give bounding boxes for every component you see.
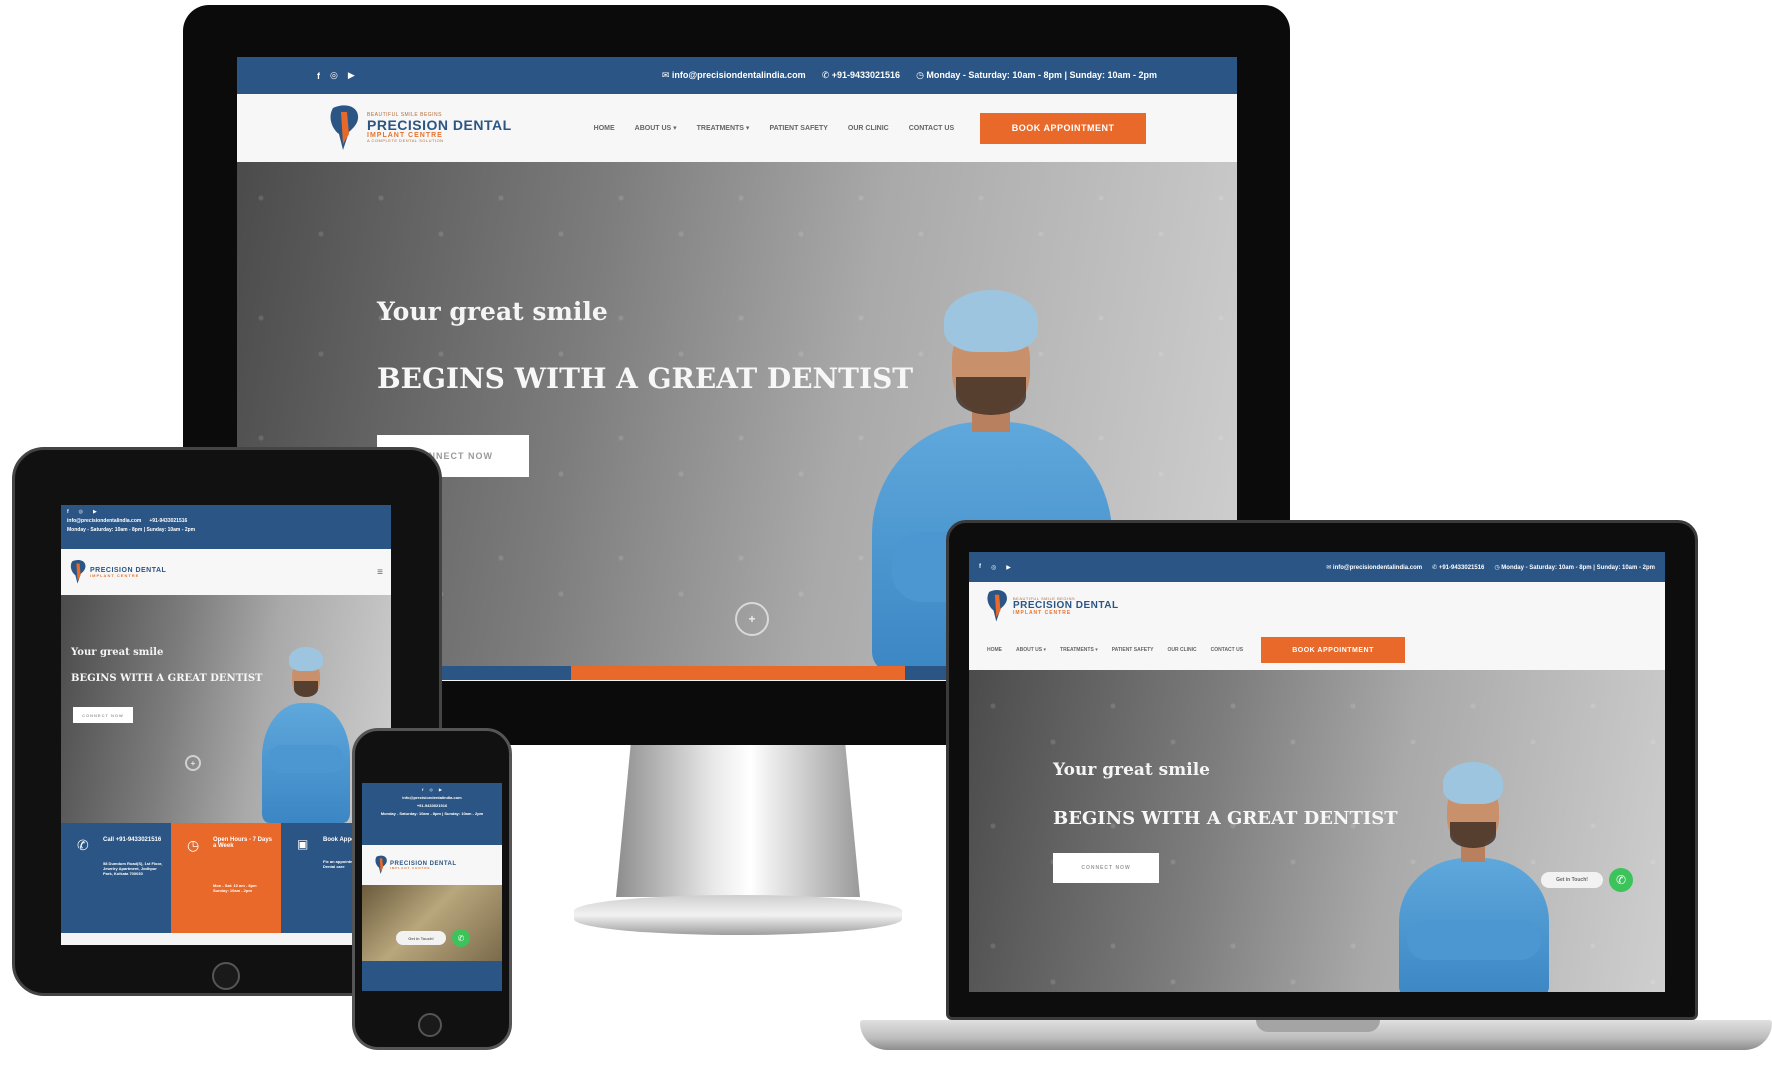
dentist-photo [256, 645, 356, 823]
youtube-icon[interactable]: ▶ [93, 509, 97, 515]
book-appointment-button[interactable]: BOOK APPOINTMENT [1261, 637, 1406, 663]
calendar-icon: ▣ [297, 837, 309, 851]
whatsapp-icon[interactable]: ✆ [1609, 868, 1633, 892]
monitor-stand-base [574, 895, 902, 935]
menu-contact[interactable]: CONTACT US [1211, 647, 1243, 653]
menu-our-clinic[interactable]: OUR CLINIC [1167, 647, 1196, 653]
facebook-icon[interactable]: f [979, 564, 981, 570]
connect-now-button[interactable]: CONNECT NOW [1053, 853, 1159, 883]
laptop-menu-row: HOME ABOUT US ▾ TREATMENTS ▾ PATIENT SAF… [969, 630, 1665, 670]
logo-text: BEAUTIFUL SMILE BEGINS PRECISION DENTAL … [367, 112, 512, 143]
desktop-topbar: f ◎ ▶ ✉ info@precisiondentalindia.com ✆ … [237, 57, 1237, 94]
desktop-navbar: BEAUTIFUL SMILE BEGINS PRECISION DENTAL … [237, 94, 1237, 162]
hero-banner: Your great smile BEGINS WITH A GREAT DEN… [61, 595, 391, 823]
menu-about[interactable]: ABOUT US ▾ [1016, 647, 1046, 653]
phone-icon: ✆ [821, 70, 832, 80]
email-icon: ✉ [661, 70, 672, 80]
phone-hero-image: Get in Touch! ✆ [362, 885, 502, 961]
youtube-icon[interactable]: ▶ [348, 70, 355, 81]
hero-title: BEGINS WITH A GREAT DENTIST [1053, 808, 1398, 829]
topbar-contacts: ✉ info@precisiondentalindia.com ✆ +91-94… [662, 70, 1157, 81]
menu-contact[interactable]: CONTACT US [909, 125, 954, 132]
menu-patient-safety[interactable]: PATIENT SAFETY [769, 125, 827, 132]
email-link[interactable]: info@precisiondentalindia.com [402, 795, 461, 800]
instagram-icon[interactable]: ◎ [429, 787, 433, 792]
menu-home[interactable]: HOME [594, 125, 615, 132]
instagram-icon[interactable]: ◎ [991, 564, 996, 571]
social-links: f ◎ ▶ [317, 70, 355, 81]
phone-icon: ✆ [77, 837, 89, 853]
laptop-website: f ◎ ▶ ✉ info@precisiondentalindia.com ✆ … [969, 552, 1665, 992]
info-card-hours: ◷ Open Hours - 7 Days a Week Mon - Sat: … [171, 823, 281, 933]
email-link[interactable]: ✉ info@precisiondentalindia.com [1326, 564, 1422, 571]
hero-subtitle: Your great smile [71, 647, 164, 658]
site-logo[interactable]: BEAUTIFUL SMILE BEGINS PRECISION DENTAL … [327, 104, 512, 152]
facebook-icon[interactable]: f [422, 787, 423, 792]
tablet-navbar: PRECISION DENTAL IMPLANT CENTRE ≡ [61, 549, 391, 595]
tablet-topbar: f ◎ ▶ info@precisiondentalindia.com +91-… [61, 505, 391, 549]
clock-icon: ◷ [187, 837, 200, 853]
phone-topbar: f ◎ ▶ info@precisiondentalindia.com +91-… [362, 783, 502, 845]
site-logo[interactable]: PRECISION DENTAL IMPLANT CENTRE [374, 855, 457, 875]
menu-patient-safety[interactable]: PATIENT SAFETY [1112, 647, 1154, 653]
phone-link[interactable]: ✆ +91-9433021516 [822, 70, 900, 81]
get-in-touch-button[interactable]: Get in Touch! [1541, 872, 1603, 888]
phone-link[interactable]: ✆ +91-9433021516 [1432, 564, 1484, 571]
tooth-logo-icon [985, 589, 1009, 623]
youtube-icon[interactable]: ▶ [1006, 564, 1011, 571]
clock-icon: ◷ [916, 70, 927, 80]
info-card-call: ✆ Call +91-9433021516 58 Dumdum Road(S),… [61, 823, 171, 933]
whatsapp-icon[interactable]: ✆ [452, 929, 470, 947]
get-in-touch-button[interactable]: Get in Touch! [396, 931, 446, 945]
menu-treatments[interactable]: TREATMENTS ▾ [1060, 647, 1098, 653]
monitor-stand [616, 745, 860, 897]
hours-text: ◷ Monday - Saturday: 10am - 8pm | Sunday… [916, 70, 1157, 80]
laptop-navbar: BEAUTIFUL SMILE BEGINS PRECISION DENTAL … [969, 582, 1665, 630]
email-link[interactable]: info@precisiondentalindia.com [67, 518, 141, 524]
main-menu: HOME ABOUT US ▾ TREATMENTS ▾ PATIENT SAF… [594, 124, 954, 133]
hamburger-menu-icon[interactable]: ≡ [377, 567, 383, 578]
site-logo[interactable]: PRECISION DENTAL IMPLANT CENTRE [69, 559, 166, 585]
hero-title: BEGINS WITH A GREAT DENTIST [377, 362, 914, 395]
phone-icon: ✆ [1432, 564, 1439, 571]
laptop-topbar: f ◎ ▶ ✉ info@precisiondentalindia.com ✆ … [969, 552, 1665, 582]
facebook-icon[interactable]: f [317, 71, 320, 81]
youtube-icon[interactable]: ▶ [439, 787, 442, 792]
phone-link[interactable]: +91-9433021516 [417, 803, 447, 808]
site-logo[interactable]: BEAUTIFUL SMILE BEGINS PRECISION DENTAL … [985, 589, 1119, 623]
tooth-logo-icon [69, 559, 87, 585]
tablet-website: f ◎ ▶ info@precisiondentalindia.com +91-… [61, 505, 391, 945]
menu-about[interactable]: ABOUT US ▾ [635, 124, 677, 132]
menu-our-clinic[interactable]: OUR CLINIC [848, 125, 889, 132]
connect-now-button[interactable]: CONNECT NOW [73, 707, 133, 723]
laptop-notch [1256, 1020, 1380, 1032]
hero-title: BEGINS WITH A GREAT DENTIST [71, 673, 263, 684]
menu-home[interactable]: HOME [987, 647, 1002, 653]
hours-text: Monday - Saturday: 10am - 8pm | Sunday: … [67, 527, 196, 533]
email-icon: ✉ [1326, 564, 1333, 571]
menu-treatments[interactable]: TREATMENTS ▾ [697, 124, 750, 132]
tooth-logo-icon [327, 104, 361, 152]
tooth-logo-icon [374, 855, 388, 875]
scroll-down-icon[interactable]: + [735, 602, 769, 636]
book-appointment-button[interactable]: BOOK APPOINTMENT [980, 112, 1147, 144]
scroll-down-icon[interactable]: + [185, 755, 201, 771]
main-menu: HOME ABOUT US ▾ TREATMENTS ▾ PATIENT SAF… [987, 647, 1243, 653]
hero-subtitle: Your great smile [377, 297, 608, 326]
phone-link[interactable]: +91-9433021516 [149, 518, 187, 524]
phone-home-button [418, 1013, 442, 1037]
hours-text: ◷ Monday - Saturday: 10am - 8pm | Sunday… [1494, 564, 1655, 571]
dentist-photo [1389, 758, 1559, 992]
hero-banner: Your great smile BEGINS WITH A GREAT DEN… [969, 670, 1665, 992]
tablet-home-button [212, 962, 240, 990]
hero-subtitle: Your great smile [1053, 760, 1210, 780]
instagram-icon[interactable]: ◎ [79, 509, 83, 515]
phone-website: f ◎ ▶ info@precisiondentalindia.com +91-… [362, 783, 502, 991]
hours-text: Monday - Saturday: 10am - 8pm | Sunday: … [380, 811, 484, 816]
instagram-icon[interactable]: ◎ [330, 70, 338, 81]
facebook-icon[interactable]: f [67, 509, 69, 515]
email-link[interactable]: ✉ info@precisiondentalindia.com [662, 70, 806, 81]
